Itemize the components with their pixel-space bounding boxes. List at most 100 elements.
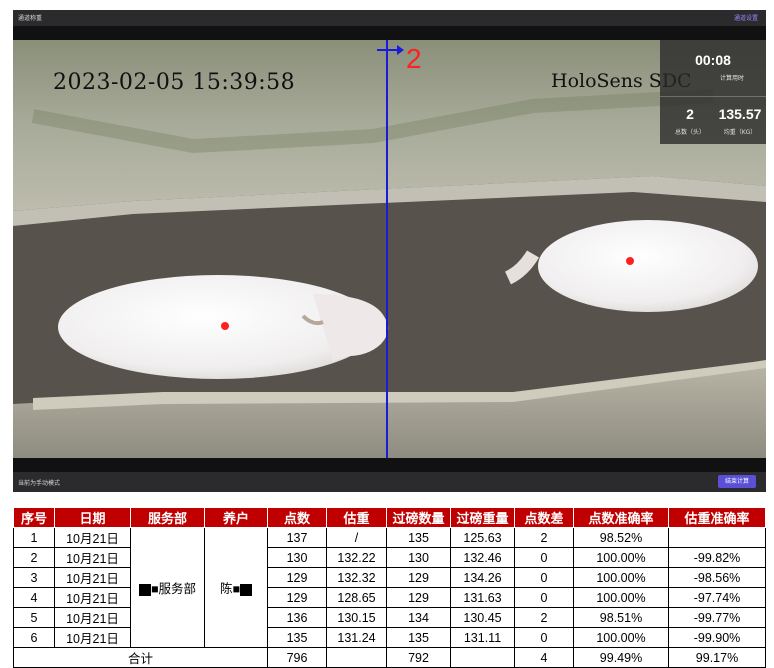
table-row: 5 10月21日 136 130.15 134 130.45 2 98.51% … (13, 607, 766, 628)
cell-diff: 0 (514, 587, 574, 608)
header-cell: 估重 (326, 507, 387, 528)
cell-est-weight: 132.22 (326, 547, 387, 568)
cell-weight-acc (668, 527, 766, 548)
cell-count-acc: 100.00% (573, 567, 669, 588)
camera-feed: 2 2023-02-05 15:39:58 HoloSens SDC 00:08… (13, 26, 766, 472)
cell-weight-acc: -98.56% (668, 567, 766, 588)
cell-scale-weight: 125.63 (450, 527, 515, 548)
cell-diff: 2 (514, 527, 574, 548)
cell-date: 10月21日 (54, 587, 131, 608)
total-scale-weight (450, 647, 515, 668)
cell-count-acc: 100.00% (573, 547, 669, 568)
cell-count: 136 (267, 607, 327, 628)
cell-weight-acc: -99.90% (668, 627, 766, 648)
elapsed-time-label: 计算用时 (720, 75, 745, 82)
elapsed-time-value: 00:08 (695, 52, 731, 68)
cell-no: 2 (13, 547, 55, 568)
total-row: 合计 796 792 4 99.49% 99.17% (13, 647, 766, 668)
end-calculation-button[interactable]: 结束计算 (718, 475, 756, 488)
cell-weight-acc: -99.82% (668, 547, 766, 568)
table-header-row: 序号 日期 服务部 养户 点数 估重 过磅数量 过磅重量 点数差 点数准确率 估… (13, 507, 766, 528)
mode-status: 当前为手动模式 (18, 480, 61, 487)
cell-no: 1 (13, 527, 55, 548)
cell-scale-weight: 132.46 (450, 547, 515, 568)
count-value: 2 (686, 106, 694, 122)
table-row: 3 10月21日 129 132.32 129 134.26 0 100.00%… (13, 567, 766, 588)
cell-est-weight: 132.32 (326, 567, 387, 588)
cell-diff: 0 (514, 547, 574, 568)
stats-divider (660, 96, 766, 97)
header-cell: 日期 (54, 507, 131, 528)
total-scale-qty: 792 (386, 647, 451, 668)
cell-department: ■服务部 (130, 527, 205, 648)
cell-scale-qty: 135 (386, 627, 451, 648)
page-title: 通道称重 (18, 15, 43, 22)
avg-weight-value: 135.57 (718, 106, 762, 122)
cell-count: 129 (267, 587, 327, 608)
cell-count: 130 (267, 547, 327, 568)
cell-date: 10月21日 (54, 527, 131, 548)
cell-farmer: 陈■ (204, 527, 268, 648)
results-table: 序号 日期 服务部 养户 点数 估重 过磅数量 过磅重量 点数差 点数准确率 估… (13, 507, 766, 668)
total-count: 796 (267, 647, 327, 668)
cell-date: 10月21日 (54, 567, 131, 588)
cell-no: 3 (13, 567, 55, 588)
farmer-text: 陈■ (219, 582, 241, 596)
department-text: ■服务部 (150, 582, 197, 596)
cell-no: 5 (13, 607, 55, 628)
app-root: 通道称重 通道设置 2 2023-02-05 15:39:58 HoloSens… (0, 0, 774, 668)
total-weight-acc: 99.17% (668, 647, 766, 668)
cell-count-acc: 98.52% (573, 527, 669, 548)
top-bar: 通道称重 通道设置 (13, 10, 766, 26)
header-cell: 过磅重量 (450, 507, 515, 528)
cell-est-weight: 128.65 (326, 587, 387, 608)
header-cell: 点数 (267, 507, 327, 528)
cell-weight-acc: -99.77% (668, 607, 766, 628)
count-label: 总数（头） (674, 129, 705, 136)
cell-count: 129 (267, 567, 327, 588)
cell-date: 10月21日 (54, 547, 131, 568)
line-count-marker: 2 (406, 43, 422, 74)
total-count-acc: 99.49% (573, 647, 669, 668)
cell-weight-acc: -97.74% (668, 587, 766, 608)
cell-scale-weight: 130.45 (450, 607, 515, 628)
cell-scale-qty: 130 (386, 547, 451, 568)
cell-date: 10月21日 (54, 607, 131, 628)
header-cell: 服务部 (130, 507, 205, 528)
cell-no: 4 (13, 587, 55, 608)
header-cell: 点数准确率 (573, 507, 669, 528)
header-cell: 过磅数量 (386, 507, 451, 528)
avg-weight-label: 均重（KG） (723, 129, 757, 136)
cell-scale-qty: 129 (386, 587, 451, 608)
redaction-block (240, 583, 253, 596)
table-row: 6 10月21日 135 131.24 135 131.11 0 100.00%… (13, 627, 766, 648)
header-cell: 序号 (13, 507, 55, 528)
cell-count-acc: 98.51% (573, 607, 669, 628)
stats-panel: 00:08 计算用时 2 135.57 总数（头） 均重（KG） (660, 40, 766, 144)
table-row: 4 10月21日 129 128.65 129 131.63 0 100.00%… (13, 587, 766, 608)
total-est-weight (326, 647, 387, 668)
header-cell: 养户 (204, 507, 268, 528)
cell-scale-weight: 131.11 (450, 627, 515, 648)
osd-datetime: 2023-02-05 15:39:58 (53, 70, 296, 95)
table-row: 2 10月21日 130 132.22 130 132.46 0 100.00%… (13, 547, 766, 568)
cell-scale-qty: 135 (386, 527, 451, 548)
table-row: 1 10月21日 ■服务部 陈■ 137 / 135 125.63 2 98.5… (13, 527, 766, 648)
channel-settings-link[interactable]: 通道设置 (734, 13, 758, 22)
cell-diff: 0 (514, 627, 574, 648)
cell-est-weight: 131.24 (326, 627, 387, 648)
total-label: 合计 (13, 647, 268, 668)
cell-est-weight: / (326, 527, 387, 548)
cell-scale-qty: 129 (386, 567, 451, 588)
cell-scale-weight: 134.26 (450, 567, 515, 588)
cell-scale-weight: 131.63 (450, 587, 515, 608)
cell-count-acc: 100.00% (573, 587, 669, 608)
header-cell: 点数差 (514, 507, 574, 528)
cell-diff: 0 (514, 567, 574, 588)
redaction-block (138, 583, 151, 596)
control-bar: 当前为手动模式 结束计算 (13, 472, 766, 492)
cell-no: 6 (13, 627, 55, 648)
total-diff: 4 (514, 647, 574, 668)
cell-date: 10月21日 (54, 627, 131, 648)
cell-est-weight: 130.15 (326, 607, 387, 628)
